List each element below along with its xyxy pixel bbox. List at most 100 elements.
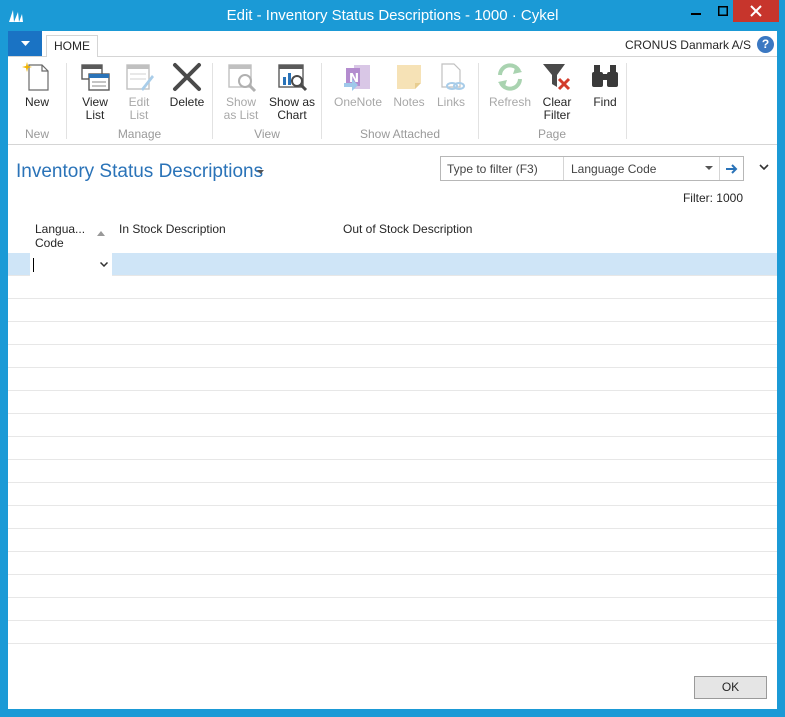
group-page: Refresh Clear Filter Find Page	[479, 57, 625, 145]
new-document-icon	[22, 62, 49, 91]
minimize-icon	[690, 13, 701, 15]
delete-label: Delete	[169, 95, 205, 109]
table-row[interactable]	[8, 276, 777, 299]
notes-label: Notes	[393, 95, 425, 109]
show-as-list-icon	[228, 64, 257, 93]
new-label: New	[24, 95, 49, 109]
show-as-list-label-2: as List	[223, 108, 259, 122]
sticky-note-icon	[397, 65, 421, 89]
apply-filter-button[interactable]	[721, 157, 743, 180]
company-name[interactable]: CRONUS Danmark A/S	[625, 38, 751, 52]
group-divider	[626, 63, 627, 139]
edit-list-button[interactable]: Edit List	[121, 61, 157, 122]
table-row[interactable]	[8, 506, 777, 529]
clear-filter-button[interactable]: Clear Filter	[537, 61, 577, 122]
notes-button[interactable]: Notes	[390, 61, 428, 109]
chevron-down-icon[interactable]	[100, 262, 108, 267]
group-show-attached: N OneNote Notes Links Show Attached	[322, 57, 478, 145]
table-row[interactable]	[8, 552, 777, 575]
close-icon	[750, 5, 762, 17]
grid-rows	[8, 253, 777, 644]
maximize-icon	[717, 6, 728, 16]
language-code-input[interactable]	[30, 253, 112, 276]
window-title: Edit - Inventory Status Descriptions - 1…	[226, 7, 559, 24]
group-new: New New	[8, 57, 66, 145]
refresh-label: Refresh	[488, 95, 532, 109]
column-header-out-of-stock[interactable]: Out of Stock Description	[343, 222, 472, 236]
filter-field-value: Language Code	[571, 162, 657, 176]
group-view: Show as List Show as Chart View	[213, 57, 321, 145]
page-title[interactable]: Inventory Status Descriptions	[16, 161, 263, 183]
table-row[interactable]	[8, 529, 777, 552]
chevron-down-icon[interactable]	[759, 164, 769, 170]
column-header-label: Langua...	[35, 222, 86, 236]
onenote-icon: N	[344, 65, 370, 91]
table-row[interactable]	[8, 621, 777, 644]
find-button[interactable]: Find	[585, 61, 625, 109]
table-row[interactable]	[8, 575, 777, 598]
table-row[interactable]	[8, 598, 777, 621]
column-header-in-stock[interactable]: In Stock Description	[119, 222, 226, 236]
delete-x-icon	[173, 63, 201, 91]
group-label-view: View	[254, 127, 280, 141]
new-button[interactable]: New	[20, 61, 54, 109]
column-header-label: Code	[35, 236, 64, 250]
table-row[interactable]	[8, 299, 777, 322]
caret-down-icon	[705, 166, 713, 170]
group-label-manage: Manage	[117, 127, 162, 141]
filter-field-select[interactable]: Language Code	[565, 157, 720, 180]
table-row[interactable]	[8, 322, 777, 345]
caret-down-icon	[20, 40, 30, 46]
arrow-right-icon	[726, 163, 738, 174]
onenote-label: OneNote	[333, 95, 383, 109]
edit-list-icon	[126, 64, 154, 91]
links-label: Links	[436, 95, 465, 109]
table-row[interactable]	[8, 368, 777, 391]
find-label: Find	[593, 95, 617, 109]
table-row[interactable]	[8, 483, 777, 506]
app-window: Edit - Inventory Status Descriptions - 1…	[0, 0, 785, 717]
application-menu-button[interactable]	[8, 31, 42, 56]
delete-button[interactable]: Delete	[167, 61, 207, 109]
clear-filter-icon	[543, 64, 571, 91]
view-list-button[interactable]: View List	[77, 61, 113, 122]
clear-filter-label-2: Filter	[543, 108, 571, 122]
view-list-label-2: List	[85, 108, 105, 122]
onenote-button[interactable]: N OneNote	[332, 61, 384, 109]
show-as-chart-button[interactable]: Show as Chart	[267, 61, 317, 122]
table-row[interactable]	[8, 253, 777, 276]
text-caret	[33, 258, 34, 272]
table-row[interactable]	[8, 460, 777, 483]
sort-ascending-icon[interactable]	[97, 231, 105, 236]
group-label-show-attached: Show Attached	[359, 127, 441, 141]
help-icon[interactable]: ?	[757, 36, 774, 53]
ok-button[interactable]: OK	[694, 676, 767, 699]
binoculars-icon	[592, 65, 618, 87]
ribbon-tab-strip: HOME CRONUS Danmark A/S ?	[8, 31, 777, 58]
show-as-chart-icon	[278, 64, 308, 92]
close-button[interactable]	[733, 0, 779, 22]
show-as-list-button[interactable]: Show as List	[219, 61, 263, 122]
view-list-icon	[81, 64, 110, 91]
title-bar[interactable]: Edit - Inventory Status Descriptions - 1…	[0, 0, 785, 32]
ribbon: New New View List Edit List Delete Manag…	[8, 57, 777, 145]
caret-down-icon[interactable]	[257, 170, 264, 175]
refresh-icon	[498, 63, 522, 91]
column-header-language-code[interactable]: Langua... Code	[35, 222, 95, 250]
show-as-chart-label-2: Chart	[277, 108, 307, 122]
filter-input[interactable]: Type to filter (F3)	[441, 157, 564, 180]
group-label-page: Page	[537, 127, 567, 141]
filter-bar: Type to filter (F3) Language Code	[440, 156, 744, 181]
table-row[interactable]	[8, 345, 777, 368]
filter-status: Filter: 1000	[682, 191, 743, 205]
group-manage: View List Edit List Delete Manage	[67, 57, 212, 145]
group-label-new: New	[24, 127, 49, 141]
links-button[interactable]: Links	[434, 61, 468, 109]
refresh-button[interactable]: Refresh	[487, 61, 533, 109]
table-row[interactable]	[8, 437, 777, 460]
client-area: HOME CRONUS Danmark A/S ? New New View L…	[8, 31, 777, 709]
edit-list-label-2: List	[129, 108, 149, 122]
table-row[interactable]	[8, 391, 777, 414]
tab-home[interactable]: HOME	[46, 35, 98, 58]
table-row[interactable]	[8, 414, 777, 437]
